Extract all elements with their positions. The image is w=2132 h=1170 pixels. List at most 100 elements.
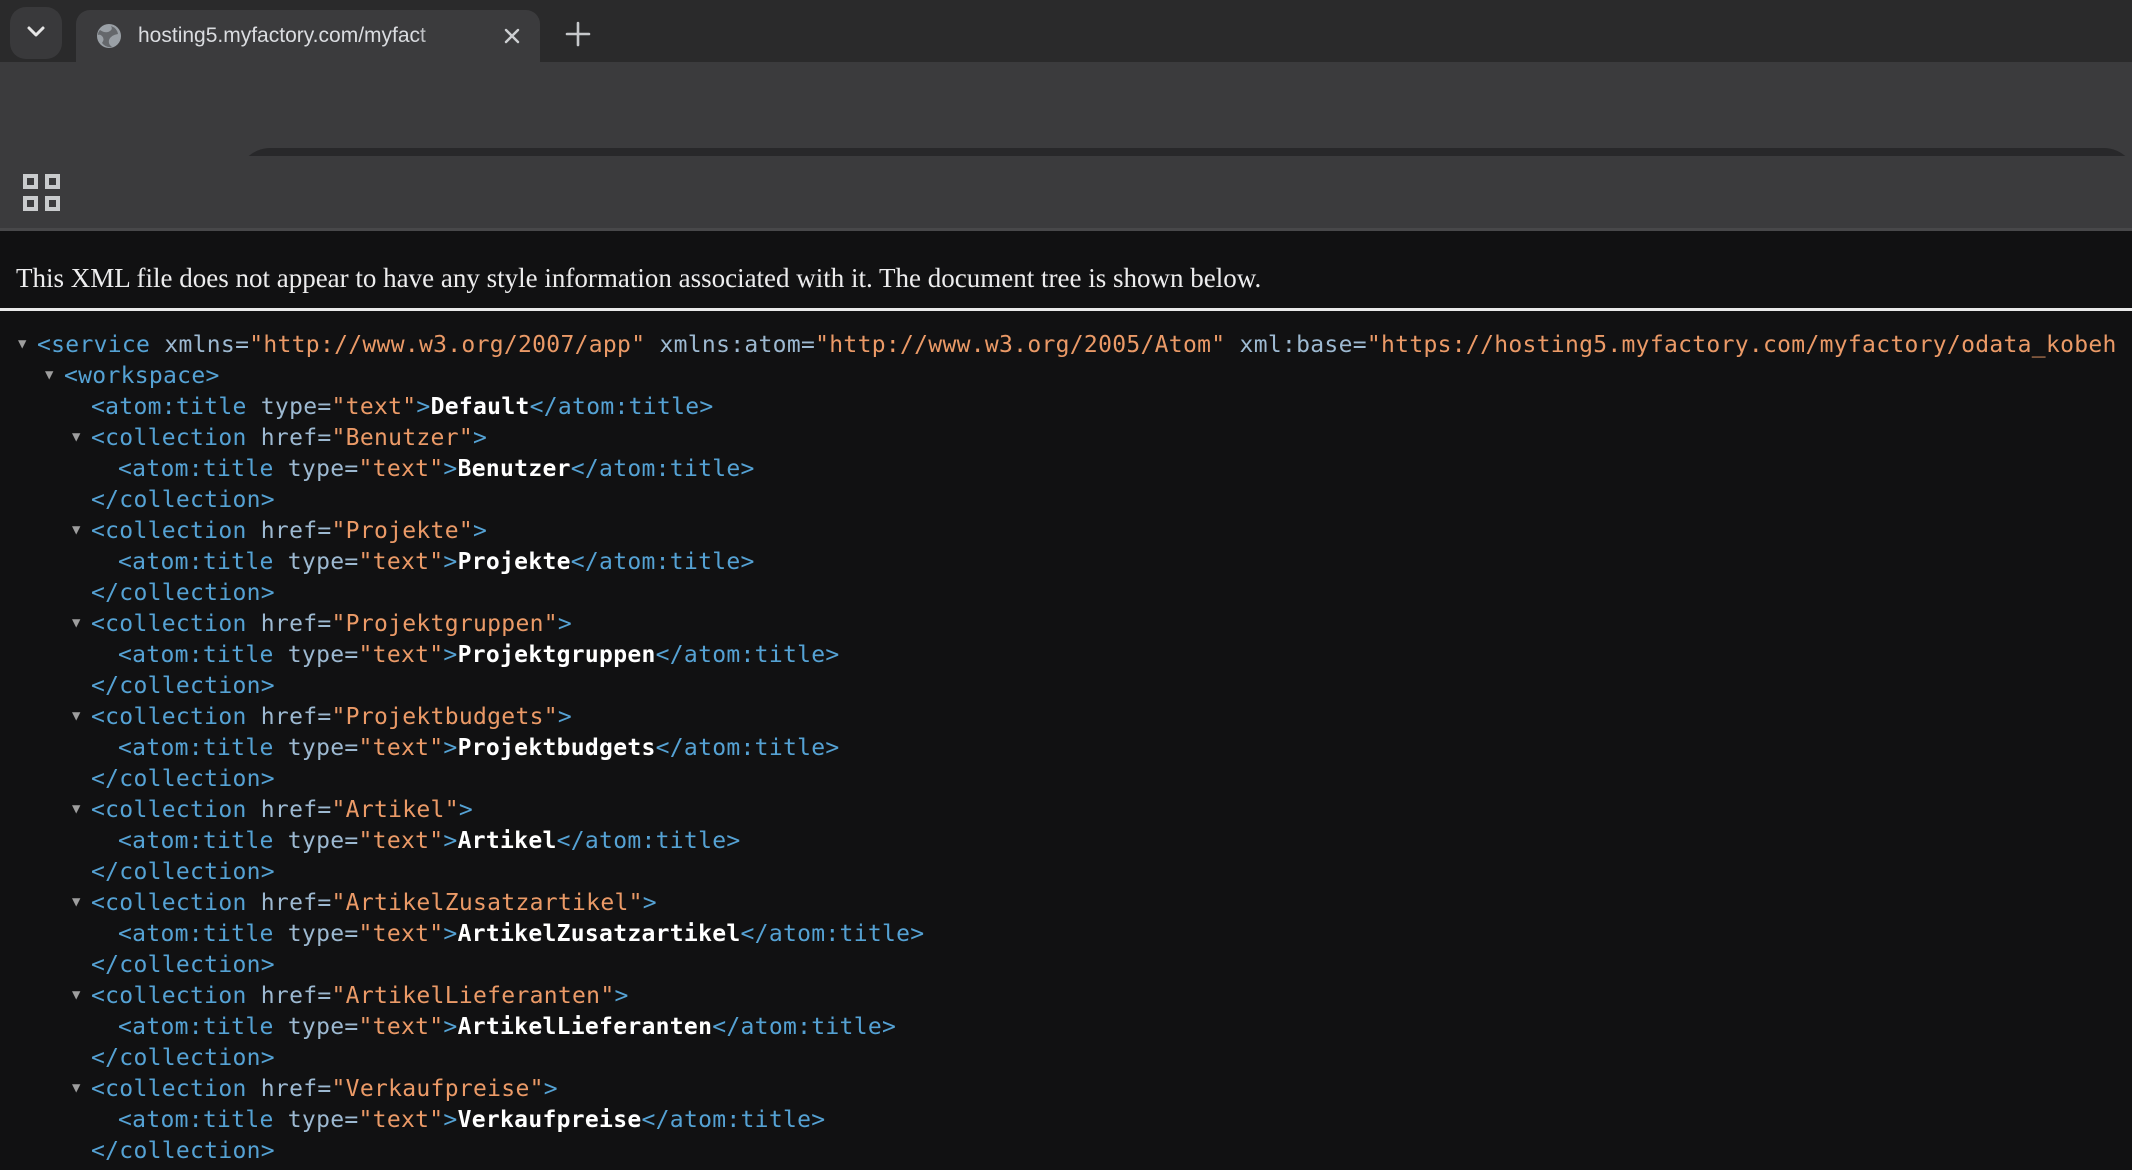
xml-line: </collection> — [0, 671, 2132, 702]
xml-tag: <atom:title — [118, 1014, 288, 1040]
xml-tag: </atom:title> — [741, 921, 925, 947]
expand-arrow-icon[interactable]: ▼ — [72, 523, 80, 537]
xml-tag: <service — [37, 332, 150, 358]
expand-arrow-icon[interactable]: ▼ — [45, 368, 53, 382]
xml-attr-name: href= — [261, 797, 332, 823]
xml-attr-value: "http://www.w3.org/2007/app" — [249, 332, 645, 358]
xml-tag: <collection — [91, 704, 261, 730]
xml-tag: </collection> — [91, 673, 275, 699]
xml-line: </collection> — [0, 578, 2132, 609]
xml-attr-value: "text" — [359, 549, 444, 575]
xml-tag: > — [416, 394, 430, 420]
xml-line: ▼<collection href="Artikel"> — [0, 795, 2132, 826]
xml-line: </collection> — [0, 764, 2132, 795]
xml-line: ▼<collection href="Projekte"> — [0, 516, 2132, 547]
expand-arrow-icon[interactable]: ▼ — [72, 802, 80, 816]
xml-tag: </atom:title> — [656, 642, 840, 668]
expand-arrow-icon[interactable]: ▼ — [18, 337, 26, 351]
xml-line: ▼ <workspace> — [0, 361, 2132, 392]
xml-line: </collection> — [0, 950, 2132, 981]
xml-tag: </collection> — [91, 766, 275, 792]
xml-attr-value: "Benutzer" — [332, 425, 473, 451]
xml-tag: > — [473, 425, 487, 451]
xml-tag: <atom:title — [118, 828, 288, 854]
xml-line: ▼ <service xmlns="http://www.w3.org/2007/… — [0, 330, 2132, 361]
xml-tag: </collection> — [91, 1045, 275, 1071]
expand-arrow-icon[interactable]: ▼ — [72, 1081, 80, 1095]
xml-attr-value: "text" — [359, 1107, 444, 1133]
close-icon[interactable] — [496, 20, 528, 52]
xml-tag: > — [443, 735, 457, 761]
xml-tag: </atom:title> — [571, 456, 755, 482]
new-tab-button[interactable] — [556, 14, 600, 58]
grid-icon — [23, 174, 60, 211]
xml-attr-value: "text" — [359, 456, 444, 482]
xml-line: <atom:title type="text">Default</atom:ti… — [0, 392, 2132, 423]
xml-text-node: Benutzer — [458, 456, 571, 482]
xml-attr-value: "https://hosting5.myfactory.com/myfactor… — [1367, 332, 2117, 358]
xml-attr-name: href= — [261, 425, 332, 451]
xml-attr-value: "text" — [359, 921, 444, 947]
xml-viewer-page: This XML file does not appear to have an… — [0, 231, 2132, 1170]
xml-attr-value: "Projektbudgets" — [332, 704, 558, 730]
xml-tag: <atom:title — [118, 735, 288, 761]
xml-tag: <atom:title — [118, 549, 288, 575]
xml-attr-value: "text" — [359, 1014, 444, 1040]
xml-tag: > — [544, 1076, 558, 1102]
xml-tag: </atom:title> — [642, 1107, 826, 1133]
xml-line: ▼<collection href="Verkaufpreise"> — [0, 1074, 2132, 1105]
tab-title: hosting5.myfactory.com/myfact — [138, 24, 468, 48]
browser-tab[interactable]: hosting5.myfactory.com/myfact — [76, 10, 540, 62]
xml-text-node: Verkaufpreise — [458, 1107, 642, 1133]
xml-attr-name: xmlns= — [150, 332, 249, 358]
expand-arrow-icon[interactable]: ▼ — [72, 709, 80, 723]
xml-line: ▼<collection href="ArtikelLieferanten"> — [0, 981, 2132, 1012]
xml-tag: > — [558, 611, 572, 637]
xml-tag: <collection — [91, 611, 261, 637]
xml-document-tree: ▼ <service xmlns="http://www.w3.org/2007/… — [0, 330, 2132, 1167]
xml-line: <atom:title type="text">ArtikelLieferant… — [0, 1012, 2132, 1043]
bookmarks-bar — [0, 156, 2132, 231]
apps-shortcut-button[interactable] — [21, 172, 61, 212]
xml-tag: <collection — [91, 797, 261, 823]
expand-arrow-icon[interactable]: ▼ — [72, 430, 80, 444]
xml-attr-name: type= — [288, 1014, 359, 1040]
xml-tag: <collection — [91, 518, 261, 544]
xml-tag: </atom:title> — [557, 828, 741, 854]
xml-attr-name: type= — [288, 456, 359, 482]
xml-line: <atom:title type="text">Verkaufpreise</a… — [0, 1105, 2132, 1136]
xml-attr-name: type= — [288, 642, 359, 668]
xml-tag: <collection — [91, 425, 261, 451]
notice-divider — [0, 308, 2132, 311]
xml-tag: > — [443, 456, 457, 482]
xml-text-node: Projektgruppen — [458, 642, 656, 668]
expand-arrow-icon[interactable]: ▼ — [72, 988, 80, 1002]
xml-text-node: ArtikelLieferanten — [458, 1014, 713, 1040]
xml-tag: <workspace> — [64, 363, 220, 389]
tab-search-button[interactable] — [10, 7, 62, 59]
xml-tag: > — [443, 1014, 457, 1040]
xml-attr-value: "ArtikelZusatzartikel" — [332, 890, 643, 916]
xml-tag: <atom:title — [118, 642, 288, 668]
xml-tag: </atom:title> — [530, 394, 714, 420]
xml-attr-name: href= — [261, 1076, 332, 1102]
xml-tag: > — [473, 518, 487, 544]
xml-tag: <collection — [91, 1076, 261, 1102]
expand-arrow-icon[interactable]: ▼ — [72, 895, 80, 909]
expand-arrow-icon[interactable]: ▼ — [72, 616, 80, 630]
xml-line: ▼ <collection href="Benutzer"> — [0, 423, 2132, 454]
xml-attr-name: type= — [288, 828, 359, 854]
xml-line: <atom:title type="text">Artikel</atom:ti… — [0, 826, 2132, 857]
tab-strip: hosting5.myfactory.com/myfact — [0, 0, 2132, 62]
xml-attr-name: href= — [261, 611, 332, 637]
xml-line: <atom:title type="text">Projekte</atom:t… — [0, 547, 2132, 578]
xml-tag: <collection — [91, 890, 261, 916]
xml-line: <atom:title type="text">Benutzer</atom:t… — [0, 454, 2132, 485]
xml-text-node: ArtikelZusatzartikel — [458, 921, 741, 947]
xml-line: </collection> — [0, 485, 2132, 516]
xml-tag: </collection> — [91, 859, 275, 885]
plus-icon — [562, 18, 594, 55]
xml-attr-name: href= — [261, 518, 332, 544]
xml-line: </collection> — [0, 1136, 2132, 1167]
xml-attr-value: "Projektgruppen" — [332, 611, 558, 637]
